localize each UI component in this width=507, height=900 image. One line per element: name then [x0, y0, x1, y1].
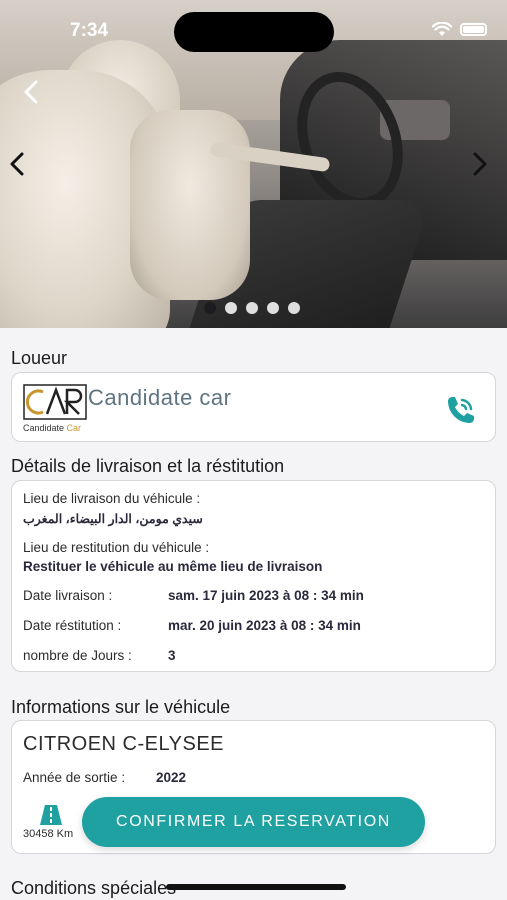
phone-call-icon[interactable] [440, 391, 480, 431]
battery-icon [460, 23, 487, 36]
lieu-livraison-value: سيدي مومن، الدار البيضاء، المغرب [23, 512, 203, 526]
lieu-livraison-label: Lieu de livraison du véhicule : [23, 491, 201, 506]
date-livraison-value: sam. 17 juin 2023 à 08 : 34 min [168, 588, 364, 603]
nombre-jours-value: 3 [168, 648, 176, 663]
livraison-title: Détails de livraison et la réstitution [11, 456, 285, 476]
livraison-card: Lieu de livraison du véhicule : سيدي موم… [11, 480, 496, 672]
carousel-page-indicator [204, 302, 300, 314]
status-time: 7:34 [70, 20, 109, 41]
carousel-dot[interactable] [225, 302, 237, 314]
home-indicator [166, 884, 346, 890]
next-photo-icon[interactable] [465, 146, 495, 182]
date-restitution-value: mar. 20 juin 2023 à 08 : 34 min [168, 618, 361, 633]
conditions-title: Conditions spéciales [11, 878, 177, 898]
vehicle-name: CITROEN C-ELYSEE [23, 733, 224, 755]
lieu-restitution-value: Restituer le véhicule au même lieu de li… [23, 559, 323, 574]
status-icons [432, 22, 487, 37]
logo-caption-text: Candidate [23, 423, 67, 433]
annee-label: Année de sortie : [23, 770, 126, 785]
lieu-restitution-label: Lieu de restitution du véhicule : [23, 540, 210, 555]
confirm-reservation-button[interactable]: CONFIRMER LA RESERVATION [82, 797, 425, 847]
mileage-value: 30458 Km [23, 828, 74, 840]
date-livraison-label: Date livraison : [23, 588, 113, 603]
carousel-dot[interactable] [246, 302, 258, 314]
carousel-dot[interactable] [267, 302, 279, 314]
road-icon [40, 805, 62, 825]
company-name[interactable]: Candidate car [88, 385, 231, 411]
vehicule-title: Informations sur le véhicule [11, 697, 231, 717]
back-arrow-icon[interactable] [16, 74, 46, 110]
wifi-icon [432, 22, 452, 36]
company-logo [23, 384, 87, 420]
carousel-dot[interactable] [204, 302, 216, 314]
previous-photo-icon[interactable] [2, 146, 32, 182]
annee-value: 2022 [156, 770, 187, 785]
dynamic-island [174, 12, 334, 52]
logo-caption-accent: Car [66, 423, 82, 433]
nombre-jours-label: nombre de Jours : [23, 648, 132, 663]
loueur-title: Loueur [11, 348, 68, 368]
date-restitution-label: Date réstitution : [23, 618, 122, 633]
loueur-card: Candidate Car Candidate car [11, 372, 496, 442]
logo-caption: Candidate Car [23, 423, 81, 433]
carousel-dot[interactable] [288, 302, 300, 314]
photo-passenger-seat [130, 110, 250, 300]
